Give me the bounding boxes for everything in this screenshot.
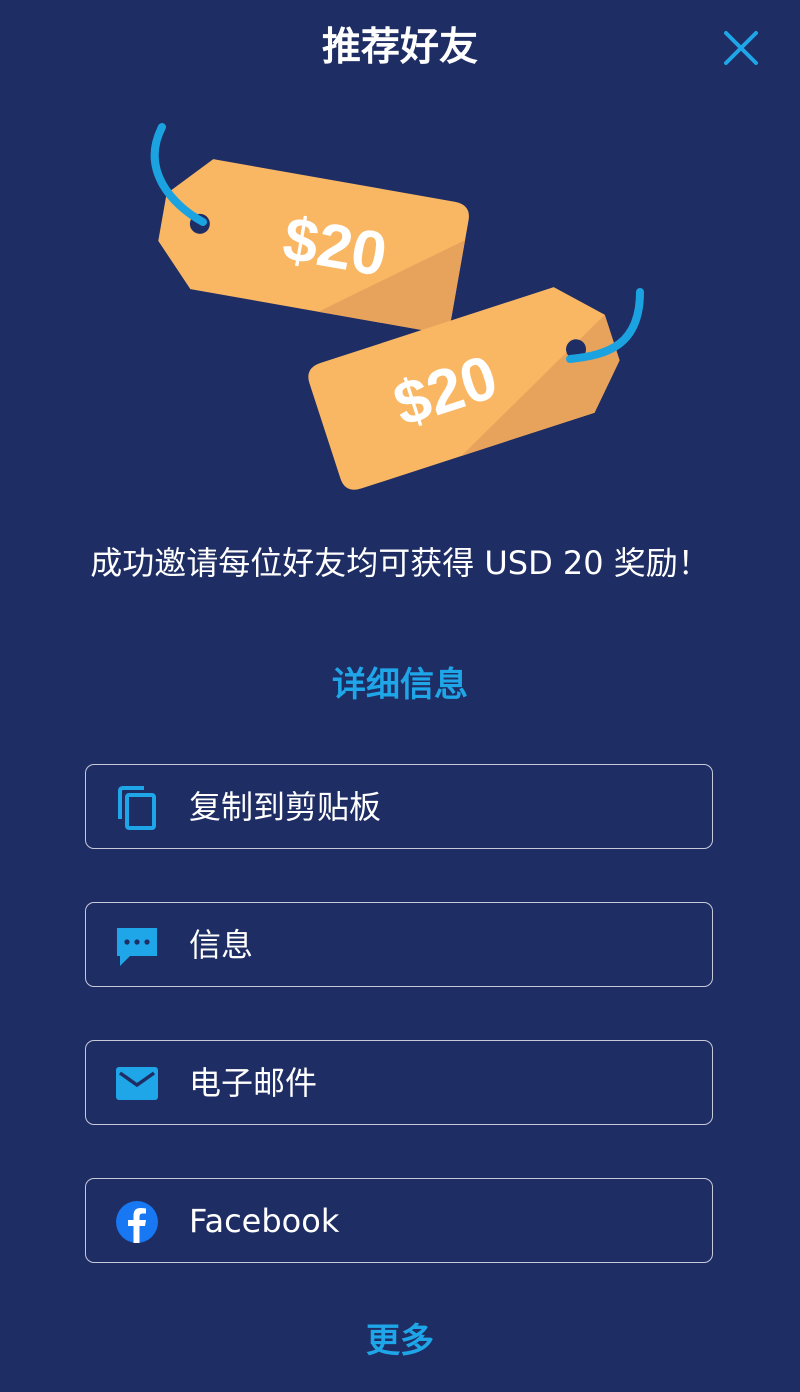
message-label: 信息 — [189, 926, 254, 964]
copy-to-clipboard-label: 复制到剪贴板 — [189, 788, 382, 826]
email-label: 电子邮件 — [189, 1064, 318, 1102]
more-link[interactable]: 更多 — [0, 1318, 800, 1364]
page-title: 推荐好友 — [321, 25, 478, 70]
details-link[interactable]: 详细信息 — [0, 662, 800, 708]
close-button[interactable] — [712, 20, 770, 78]
facebook-icon — [114, 1199, 160, 1245]
message-icon — [114, 923, 160, 969]
close-icon — [724, 31, 758, 65]
reward-description: 成功邀请每位好友均可获得 USD 20 奖励！ — [90, 544, 710, 582]
facebook-button[interactable]: Facebook — [85, 1178, 713, 1263]
price-tag-top: $20 — [158, 159, 469, 333]
email-button[interactable]: 电子邮件 — [85, 1040, 713, 1125]
header: 推荐好友 — [0, 0, 800, 100]
facebook-label: Facebook — [189, 1202, 340, 1240]
message-button[interactable]: 信息 — [85, 902, 713, 987]
copy-to-clipboard-button[interactable]: 复制到剪贴板 — [85, 764, 713, 849]
mail-icon — [114, 1061, 160, 1107]
price-tags-illustration: $20 $20 — [120, 115, 680, 505]
copy-icon — [114, 785, 160, 831]
